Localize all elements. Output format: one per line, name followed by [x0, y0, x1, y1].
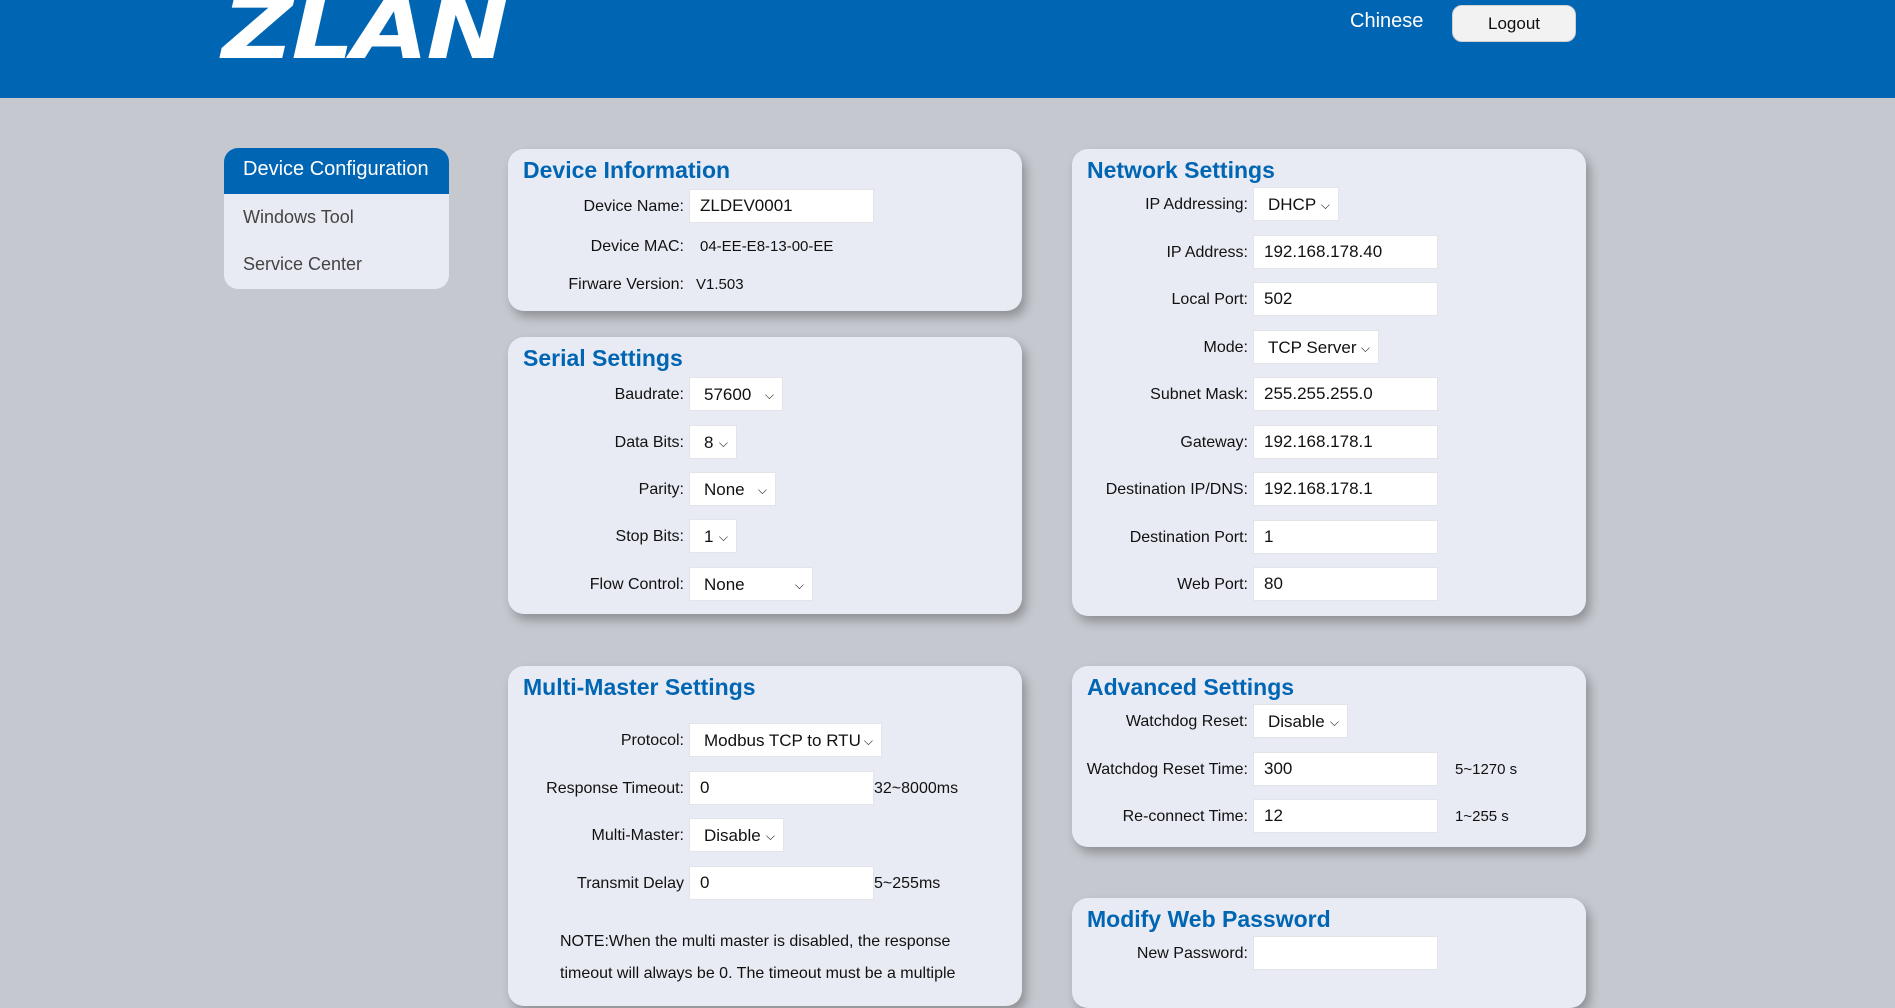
transmit-delay-unit: 5~255ms: [874, 875, 941, 892]
serial-settings-panel: Serial Settings Baudrate: 57600 ⌵ Data B…: [508, 337, 1022, 614]
modify-web-password-panel: Modify Web Password New Password:: [1072, 898, 1586, 1008]
device-mac-label: Device MAC:: [590, 238, 684, 255]
reconnect-time-input[interactable]: [1253, 799, 1438, 833]
watchdog-reset-select[interactable]: Disable ⌵: [1253, 704, 1348, 738]
new-password-label: New Password:: [1136, 945, 1248, 962]
chevron-down-icon: ⌵: [765, 829, 775, 843]
top-header: ZLAN Chinese Logout: [0, 0, 1895, 98]
panel-title: Device Information: [523, 157, 731, 183]
device-mac-value: 04-EE-E8-13-00-EE: [700, 238, 834, 255]
chevron-down-icon: ⌵: [794, 578, 804, 592]
mode-value: TCP Server: [1268, 338, 1357, 357]
data-bits-label: Data Bits:: [614, 434, 684, 451]
protocol-label: Protocol:: [620, 732, 684, 749]
stop-bits-label: Stop Bits:: [615, 528, 684, 545]
destination-port-input[interactable]: [1253, 520, 1438, 554]
ip-addressing-value: DHCP: [1268, 195, 1317, 214]
ip-addressing-label: IP Addressing:: [1145, 196, 1248, 213]
chevron-down-icon: ⌵: [764, 388, 774, 402]
watchdog-reset-label: Watchdog Reset:: [1125, 713, 1248, 730]
panel-title: Multi-Master Settings: [523, 674, 756, 700]
watchdog-reset-time-input[interactable]: [1253, 752, 1438, 786]
transmit-delay-input[interactable]: [689, 866, 874, 900]
stop-bits-value: 1: [704, 527, 714, 546]
firmware-version-value: V1.503: [696, 276, 744, 293]
baudrate-select[interactable]: 57600 ⌵: [689, 377, 783, 411]
response-timeout-unit: 32~8000ms: [874, 780, 959, 797]
watchdog-reset-time-label: Watchdog Reset Time:: [1086, 761, 1248, 778]
device-information-panel: Device Information Device Name: Device M…: [508, 149, 1022, 311]
transmit-delay-label: Transmit Delay: [577, 875, 684, 892]
parity-select[interactable]: None ⌵: [689, 472, 776, 506]
data-bits-select[interactable]: 8 ⌵: [689, 425, 737, 459]
ip-addressing-select[interactable]: DHCP ⌵: [1253, 187, 1339, 221]
mode-label: Mode:: [1203, 339, 1248, 356]
protocol-select[interactable]: Modbus TCP to RTU ⌵: [689, 723, 882, 757]
note-line-2: timeout will always be 0. The timeout mu…: [560, 965, 956, 982]
device-name-input[interactable]: [689, 189, 874, 223]
protocol-value: Modbus TCP to RTU: [704, 731, 861, 750]
flow-control-label: Flow Control:: [589, 576, 684, 593]
response-timeout-input[interactable]: [689, 771, 874, 805]
subnet-mask-label: Subnet Mask:: [1150, 386, 1248, 403]
gateway-label: Gateway:: [1180, 434, 1248, 451]
watchdog-reset-value: Disable: [1268, 712, 1325, 731]
parity-value: None: [704, 480, 745, 499]
chevron-down-icon: ⌵: [757, 483, 767, 497]
sidebar-menu: Device Configuration Windows Tool Servic…: [224, 148, 449, 289]
watchdog-reset-time-unit: 5~1270 s: [1455, 761, 1518, 778]
response-timeout-label: Response Timeout:: [546, 780, 684, 797]
chevron-down-icon: ⌵: [1320, 198, 1330, 212]
language-link[interactable]: Chinese: [1350, 10, 1423, 33]
chevron-down-icon: ⌵: [863, 734, 873, 748]
sidebar-item-windows-tool[interactable]: Windows Tool: [224, 194, 449, 241]
ip-address-label: IP Address:: [1166, 244, 1248, 261]
panel-title: Advanced Settings: [1087, 674, 1295, 700]
ip-address-input[interactable]: [1253, 235, 1438, 269]
flow-control-value: None: [704, 575, 745, 594]
mode-select[interactable]: TCP Server ⌵: [1253, 330, 1379, 364]
reconnect-time-label: Re-connect Time:: [1122, 808, 1248, 825]
note-line-1: NOTE:When the multi master is disabled, …: [560, 933, 951, 950]
web-port-label: Web Port:: [1177, 576, 1248, 593]
multi-master-select[interactable]: Disable ⌵: [689, 818, 784, 852]
panel-title: Network Settings: [1087, 157, 1275, 183]
multi-master-label: Multi-Master:: [591, 827, 684, 844]
baudrate-value: 57600: [704, 385, 752, 404]
zlan-logo: ZLAN: [222, 0, 509, 79]
panel-title: Serial Settings: [523, 345, 683, 371]
advanced-settings-panel: Advanced Settings Watchdog Reset: Disabl…: [1072, 666, 1586, 847]
web-port-input[interactable]: [1253, 567, 1438, 601]
destination-ip-input[interactable]: [1253, 472, 1438, 506]
gateway-input[interactable]: [1253, 425, 1438, 459]
network-settings-panel: Network Settings IP Addressing: DHCP ⌵ I…: [1072, 149, 1586, 616]
parity-label: Parity:: [638, 481, 684, 498]
firmware-version-label: Firware Version:: [568, 276, 684, 293]
flow-control-select[interactable]: None ⌵: [689, 567, 813, 601]
data-bits-value: 8: [704, 433, 714, 452]
multi-master-settings-panel: Multi-Master Settings Protocol: Modbus T…: [508, 666, 1022, 1006]
sidebar-item-service-center[interactable]: Service Center: [224, 241, 449, 288]
logout-button[interactable]: Logout: [1452, 5, 1576, 42]
chevron-down-icon: ⌵: [1360, 341, 1370, 355]
chevron-down-icon: ⌵: [718, 530, 728, 544]
chevron-down-icon: ⌵: [1329, 715, 1339, 729]
sidebar-item-device-configuration[interactable]: Device Configuration: [224, 148, 449, 194]
destination-port-label: Destination Port:: [1129, 529, 1248, 546]
multi-master-value: Disable: [704, 826, 761, 845]
local-port-input[interactable]: [1253, 282, 1438, 316]
panel-title: Modify Web Password: [1087, 906, 1331, 932]
destination-ip-label: Destination IP/DNS:: [1105, 481, 1248, 498]
new-password-input[interactable]: [1253, 936, 1438, 970]
local-port-label: Local Port:: [1171, 291, 1248, 308]
subnet-mask-input[interactable]: [1253, 377, 1438, 411]
device-name-label: Device Name:: [583, 198, 684, 215]
chevron-down-icon: ⌵: [718, 436, 728, 450]
stop-bits-select[interactable]: 1 ⌵: [689, 519, 737, 553]
baudrate-label: Baudrate:: [614, 386, 684, 403]
reconnect-time-unit: 1~255 s: [1455, 808, 1509, 825]
